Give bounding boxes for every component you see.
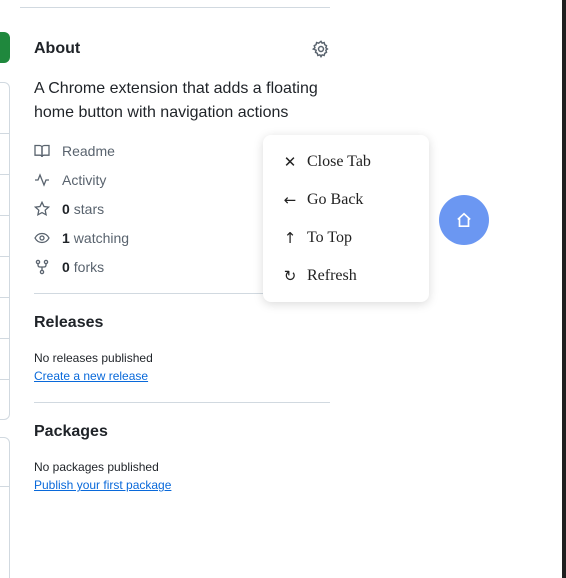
- close-icon: ✕: [283, 153, 297, 171]
- about-header: About: [34, 38, 330, 60]
- file-row-divider: [0, 256, 10, 257]
- releases-title[interactable]: Releases: [34, 312, 103, 334]
- book-icon: [34, 144, 50, 158]
- menu-item-close-tab[interactable]: ✕ Close Tab: [281, 149, 371, 175]
- packages-empty-text: No packages published: [34, 460, 159, 474]
- divider: [34, 402, 330, 403]
- readme-panel: [0, 437, 10, 578]
- star-icon: [34, 201, 50, 217]
- page: About A Chrome extension that adds a flo…: [0, 0, 566, 578]
- gear-icon[interactable]: [311, 40, 330, 59]
- activity-label: Activity: [62, 172, 107, 188]
- watching-link[interactable]: 1 watching: [34, 227, 129, 249]
- menu-item-label: Close Tab: [307, 153, 371, 170]
- menu-item-label: To Top: [307, 229, 353, 246]
- about-title: About: [34, 40, 81, 57]
- forks-count: 0: [62, 259, 70, 275]
- releases-empty-text: No releases published: [34, 351, 153, 365]
- arrow-up-icon: ↑: [283, 229, 297, 247]
- fork-icon: [35, 259, 49, 275]
- window-edge: [562, 0, 566, 578]
- pulse-icon: [35, 173, 49, 187]
- forks-label: forks: [73, 259, 105, 275]
- menu-item-label: Go Back: [307, 191, 364, 208]
- file-row-divider: [0, 297, 10, 298]
- create-release-link[interactable]: Create a new release: [34, 367, 148, 385]
- home-icon: [457, 212, 471, 228]
- menu-item-go-back[interactable]: ← Go Back: [281, 187, 364, 213]
- top-divider: [20, 7, 330, 8]
- file-row-divider: [0, 379, 10, 380]
- menu-item-to-top[interactable]: ↑ To Top: [281, 225, 352, 251]
- file-row-divider: [0, 174, 10, 175]
- stars-label: stars: [73, 201, 105, 217]
- packages-title[interactable]: Packages: [34, 421, 108, 443]
- about-description: A Chrome extension that adds a floating …: [34, 80, 318, 121]
- eye-icon: [34, 232, 50, 244]
- menu-item-refresh[interactable]: ↻ Refresh: [281, 263, 357, 289]
- watching-count: 1: [62, 230, 70, 246]
- readme-link[interactable]: Readme: [34, 140, 115, 162]
- home-floating-button[interactable]: [439, 195, 489, 245]
- forks-link[interactable]: 0 forks: [34, 256, 104, 278]
- watching-label: watching: [73, 230, 130, 246]
- refresh-icon: ↻: [283, 267, 297, 285]
- activity-link[interactable]: Activity: [34, 169, 106, 191]
- stars-link[interactable]: 0 stars: [34, 198, 104, 220]
- menu-item-label: Refresh: [307, 267, 357, 284]
- readme-label: Readme: [62, 143, 115, 159]
- file-row-divider: [0, 215, 10, 216]
- stars-count: 0: [62, 201, 70, 217]
- arrow-left-icon: ←: [283, 191, 297, 209]
- file-row-divider: [0, 338, 10, 339]
- code-button[interactable]: [0, 32, 10, 63]
- floating-nav-menu: ✕ Close Tab ← Go Back ↑ To Top ↻ Refresh: [263, 135, 429, 302]
- readme-divider: [0, 486, 10, 487]
- publish-package-link[interactable]: Publish your first package: [34, 476, 171, 494]
- file-row-divider: [0, 133, 10, 134]
